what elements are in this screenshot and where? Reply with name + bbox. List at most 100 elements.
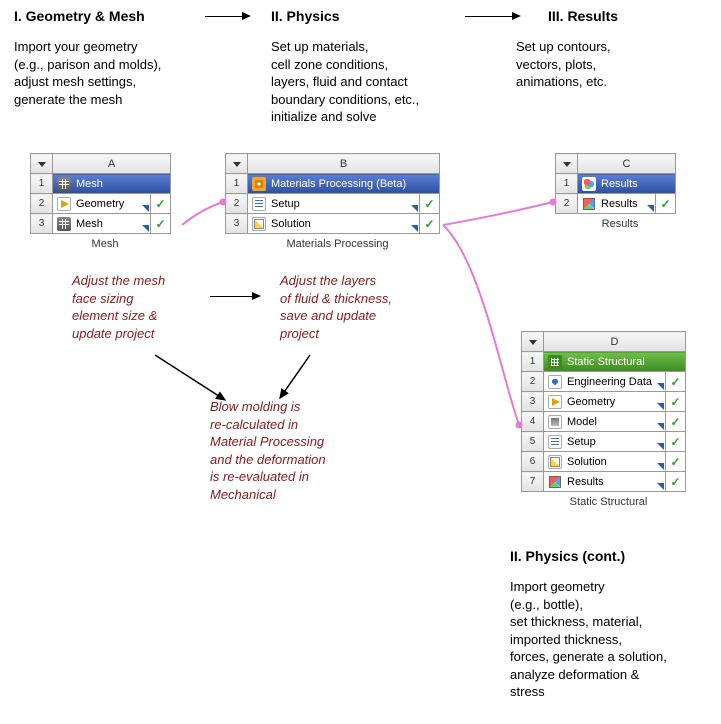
desc-physics: Set up materials, cell zone conditions, … [271, 38, 511, 126]
cell-label: Setup [271, 198, 300, 210]
row-num: 1 [226, 174, 248, 194]
heading-geometry: I. Geometry & Mesh [14, 8, 145, 24]
dropdown-corner[interactable] [31, 154, 53, 174]
geometry-icon [57, 197, 71, 211]
setup-icon [252, 197, 266, 211]
cell-geometry[interactable]: Geometry [53, 194, 151, 214]
heading-physics-cont: II. Physics (cont.) [510, 548, 625, 564]
status-cell: ✓ [151, 194, 171, 214]
row-num: 7 [522, 472, 544, 492]
arrow-heading-1 [205, 16, 250, 17]
cell-label: Results [567, 476, 604, 488]
row-num: 1 [556, 174, 578, 194]
system-header-static[interactable]: Static Structural [544, 352, 686, 372]
model-icon [548, 415, 562, 429]
status-cell: ✓ [420, 194, 440, 214]
cell-label: Geometry [76, 198, 124, 210]
system-header-matproc[interactable]: Materials Processing (Beta) [248, 174, 440, 194]
col-header-a: A [53, 154, 171, 174]
cell-geometry[interactable]: Geometry [544, 392, 666, 412]
status-cell: ✓ [666, 392, 686, 412]
solution-icon [252, 217, 266, 231]
status-cell: ✓ [666, 372, 686, 392]
cell-solution[interactable]: Solution [544, 452, 666, 472]
setup-icon [548, 435, 562, 449]
annotation-recalculated: Blow molding is re-calculated in Materia… [210, 398, 326, 503]
corner-indicator [657, 463, 664, 470]
results-icon [582, 177, 596, 191]
corner-indicator [657, 383, 664, 390]
row-num: 3 [226, 214, 248, 234]
cell-label: Mesh [76, 218, 103, 230]
cell-results[interactable]: Results [578, 194, 656, 214]
cell-model[interactable]: Model [544, 412, 666, 432]
cell-results[interactable]: Results [544, 472, 666, 492]
schematic-caption: Static Structural [521, 496, 696, 508]
schematic-results: C 1 Results 2 Results ✓ Results [555, 153, 685, 230]
cell-label: Results [601, 198, 638, 210]
row-num: 2 [522, 372, 544, 392]
row-num: 5 [522, 432, 544, 452]
system-header-label: Mesh [76, 178, 103, 190]
static-structural-icon [548, 355, 562, 369]
cell-label: Model [567, 416, 597, 428]
corner-indicator [647, 205, 654, 212]
cell-engineering-data[interactable]: Engineering Data [544, 372, 666, 392]
corner-indicator [411, 225, 418, 232]
materials-processing-icon [252, 177, 266, 191]
cell-label: Geometry [567, 396, 615, 408]
desc-physics-cont: Import geometry (e.g., bottle), set thic… [510, 578, 720, 701]
cell-solution[interactable]: Solution [248, 214, 420, 234]
system-header-label: Materials Processing (Beta) [271, 178, 406, 190]
corner-indicator [657, 443, 664, 450]
heading-results: III. Results [548, 8, 618, 24]
status-cell: ✓ [656, 194, 676, 214]
dropdown-corner[interactable] [522, 332, 544, 352]
dropdown-corner[interactable] [556, 154, 578, 174]
status-cell: ✓ [151, 214, 171, 234]
row-num: 4 [522, 412, 544, 432]
system-header-mesh[interactable]: Mesh [53, 174, 171, 194]
row-num: 2 [226, 194, 248, 214]
cell-label: Engineering Data [567, 376, 652, 388]
cell-label: Solution [567, 456, 607, 468]
row-num: 1 [522, 352, 544, 372]
schematic-static-structural: D 1 Static Structural 2 Engineering Data… [521, 331, 696, 508]
status-cell: ✓ [666, 432, 686, 452]
corner-indicator [657, 483, 664, 490]
corner-indicator [411, 205, 418, 212]
row-num: 3 [522, 392, 544, 412]
col-header-d: D [544, 332, 686, 352]
annotation-adjust-layers: Adjust the layers of fluid & thickness, … [280, 272, 392, 342]
solution-icon [548, 455, 562, 469]
row-num: 3 [31, 214, 53, 234]
system-header-label: Static Structural [567, 356, 645, 368]
dropdown-corner[interactable] [226, 154, 248, 174]
row-num: 6 [522, 452, 544, 472]
row-num: 2 [556, 194, 578, 214]
cell-label: Solution [271, 218, 311, 230]
cube-icon [582, 197, 596, 211]
system-header-results[interactable]: Results [578, 174, 676, 194]
schematic-caption: Materials Processing [225, 238, 450, 250]
cell-setup[interactable]: Setup [544, 432, 666, 452]
cell-label: Setup [567, 436, 596, 448]
system-header-label: Results [601, 178, 638, 190]
cell-mesh[interactable]: Mesh [53, 214, 151, 234]
heading-physics: II. Physics [271, 8, 339, 24]
status-cell: ✓ [420, 214, 440, 234]
row-num: 2 [31, 194, 53, 214]
arrow-annotations [210, 296, 260, 297]
engineering-data-icon [548, 375, 562, 389]
corner-indicator [142, 205, 149, 212]
schematic-caption: Results [555, 218, 685, 230]
mesh-icon [57, 177, 71, 191]
schematic-materials-processing: B 1 Materials Processing (Beta) 2 Setup … [225, 153, 450, 250]
cube-icon [548, 475, 562, 489]
corner-indicator [142, 225, 149, 232]
row-num: 1 [31, 174, 53, 194]
status-cell: ✓ [666, 412, 686, 432]
annotation-adjust-mesh: Adjust the mesh face sizing element size… [72, 272, 165, 342]
cell-setup[interactable]: Setup [248, 194, 420, 214]
status-cell: ✓ [666, 472, 686, 492]
